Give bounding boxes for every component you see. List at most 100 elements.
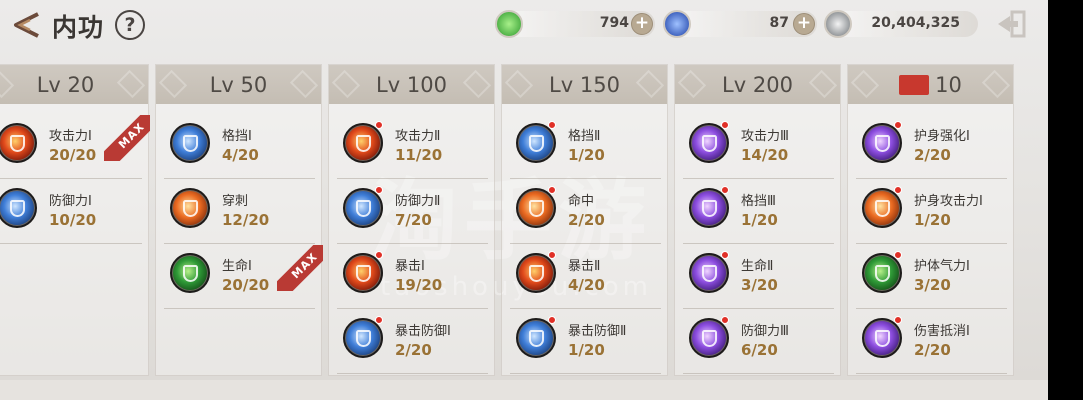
sprout-icon xyxy=(689,253,729,293)
skill-item[interactable]: 暴击防御Ⅰ 2/20 xyxy=(337,310,488,374)
skill-level: 4/20 xyxy=(568,276,605,294)
skill-name: 暴击Ⅱ xyxy=(568,259,601,274)
skill-item[interactable]: 格挡Ⅰ 4/20 xyxy=(164,115,315,179)
help-button[interactable]: ? xyxy=(115,10,145,40)
skill-name: 生命Ⅰ xyxy=(222,259,252,274)
level-column: Lv 100 攻击力Ⅱ 11/20 防御力Ⅱ 7/20 暴击Ⅰ 19/20 暴击防御Ⅰ 2/20 xyxy=(328,64,495,376)
column-header: Lv 100 xyxy=(329,65,494,104)
skill-name: 攻击力Ⅱ xyxy=(395,129,441,144)
sword-icon xyxy=(343,123,383,163)
realm-emblem-icon xyxy=(899,74,930,95)
currency-green: 794 + xyxy=(495,10,655,38)
skill-level: 1/20 xyxy=(741,211,778,229)
max-label: MAX xyxy=(277,245,323,291)
column-header: Lv 50 xyxy=(156,65,321,104)
notification-dot xyxy=(548,251,556,259)
header-bar: 内功 ? 794 + 87 + 20,404,325 xyxy=(0,0,1048,52)
column-level-label: Lv 150 xyxy=(549,72,620,97)
skill-name: 格挡Ⅰ xyxy=(222,129,252,144)
skill-name: 格挡Ⅲ xyxy=(741,194,776,209)
skill-item[interactable]: 攻击力Ⅱ 11/20 xyxy=(337,115,488,179)
skill-item[interactable]: 伤害抵消Ⅰ 2/20 xyxy=(856,310,1007,374)
skill-item[interactable]: 攻击力Ⅲ 14/20 xyxy=(683,115,834,179)
shield-icon xyxy=(689,188,729,228)
skill-item[interactable]: 暴击防御Ⅱ 1/20 xyxy=(510,310,661,374)
skill-item[interactable]: 防御力Ⅲ 6/20 xyxy=(683,310,834,374)
skill-name: 防御力Ⅰ xyxy=(49,194,92,209)
skill-level: 3/20 xyxy=(914,276,951,294)
skill-name: 攻击力Ⅰ xyxy=(49,129,92,144)
column-header: 10 xyxy=(848,65,1013,104)
column-level-label: Lv 50 xyxy=(209,72,268,97)
notification-dot xyxy=(375,186,383,194)
jade-coin-icon xyxy=(495,10,523,38)
notification-dot xyxy=(375,316,383,324)
burst-icon xyxy=(516,253,556,293)
shield-icon xyxy=(170,123,210,163)
notification-dot xyxy=(375,251,383,259)
skill-name: 暴击防御Ⅰ xyxy=(395,324,451,339)
skill-level: 1/20 xyxy=(568,341,605,359)
skill-item[interactable]: 生命Ⅰ 20/20 MAX xyxy=(164,245,323,309)
skill-item[interactable]: 护体气力Ⅰ 3/20 xyxy=(856,245,1007,309)
currency-silver: 20,404,325 xyxy=(824,10,978,38)
skill-item[interactable]: 命中 2/20 xyxy=(510,180,661,244)
add-green-currency-button[interactable]: + xyxy=(631,13,653,35)
skill-item[interactable]: 防御力Ⅱ 7/20 xyxy=(337,180,488,244)
skill-item[interactable]: 防御力Ⅰ 10/20 xyxy=(0,180,142,244)
skill-name: 防御力Ⅲ xyxy=(741,324,789,339)
skill-item[interactable]: 生命Ⅱ 3/20 xyxy=(683,245,834,309)
column-level-label: Lv 20 xyxy=(36,72,95,97)
back-button[interactable] xyxy=(8,10,44,40)
internal-skill-screen: 淘手游 taoshouyou.com 内功 ? 794 + 87 + 20,40… xyxy=(0,0,1048,400)
column-level-label: Lv 200 xyxy=(722,72,793,97)
skill-level: 14/20 xyxy=(741,146,789,164)
notification-dot xyxy=(548,316,556,324)
exit-icon xyxy=(998,10,1026,38)
column-header: Lv 20 xyxy=(0,65,148,104)
skill-name: 命中 xyxy=(568,194,595,209)
skill-item[interactable]: 护身强化Ⅰ 2/20 xyxy=(856,115,1007,179)
skill-name: 攻击力Ⅲ xyxy=(741,129,789,144)
skill-name: 伤害抵消Ⅰ xyxy=(914,324,970,339)
skill-level: 11/20 xyxy=(395,146,443,164)
skill-item[interactable]: 暴击Ⅱ 4/20 xyxy=(510,245,661,309)
add-blue-currency-button[interactable]: + xyxy=(793,13,815,35)
sapphire-coin-icon xyxy=(663,10,691,38)
skill-level: 1/20 xyxy=(914,211,951,229)
skill-name: 暴击防御Ⅱ xyxy=(568,324,627,339)
skill-item[interactable]: 暴击Ⅰ 19/20 xyxy=(337,245,488,309)
skill-name: 护身攻击力Ⅰ xyxy=(914,194,983,209)
shield-icon xyxy=(343,318,383,358)
skill-level: 6/20 xyxy=(741,341,778,359)
skill-item[interactable]: 穿刺 12/20 xyxy=(164,180,315,244)
page-title: 内功 xyxy=(52,13,105,42)
notification-dot xyxy=(894,316,902,324)
notification-dot xyxy=(721,121,729,129)
max-label: MAX xyxy=(104,115,150,161)
skill-item[interactable]: 格挡Ⅲ 1/20 xyxy=(683,180,834,244)
pierce-icon xyxy=(170,188,210,228)
target-icon xyxy=(516,188,556,228)
skill-level: 20/20 xyxy=(49,146,97,164)
max-badge: MAX xyxy=(104,115,150,161)
notification-dot xyxy=(375,121,383,129)
skill-name: 暴击Ⅰ xyxy=(395,259,425,274)
notification-dot xyxy=(894,251,902,259)
level-column: Lv 200 攻击力Ⅲ 14/20 格挡Ⅲ 1/20 生命Ⅱ 3/20 防御力Ⅲ 6/20 xyxy=(674,64,841,376)
heart-icon xyxy=(862,123,902,163)
notification-dot xyxy=(548,186,556,194)
skill-item[interactable]: 攻击力Ⅰ 20/20 MAX xyxy=(0,115,150,179)
skill-level: 2/20 xyxy=(914,341,951,359)
notification-dot xyxy=(721,316,729,324)
skill-name: 格挡Ⅱ xyxy=(568,129,601,144)
notification-dot xyxy=(894,186,902,194)
exit-button[interactable] xyxy=(994,8,1028,40)
skill-level: 2/20 xyxy=(914,146,951,164)
skill-item[interactable]: 格挡Ⅱ 1/20 xyxy=(510,115,661,179)
notification-dot xyxy=(721,186,729,194)
skill-level: 19/20 xyxy=(395,276,443,294)
skill-item[interactable]: 护身攻击力Ⅰ 1/20 xyxy=(856,180,1007,244)
heart-icon xyxy=(862,253,902,293)
level-column: Lv 20 攻击力Ⅰ 20/20 MAX 防御力Ⅰ 10/20 xyxy=(0,64,150,376)
